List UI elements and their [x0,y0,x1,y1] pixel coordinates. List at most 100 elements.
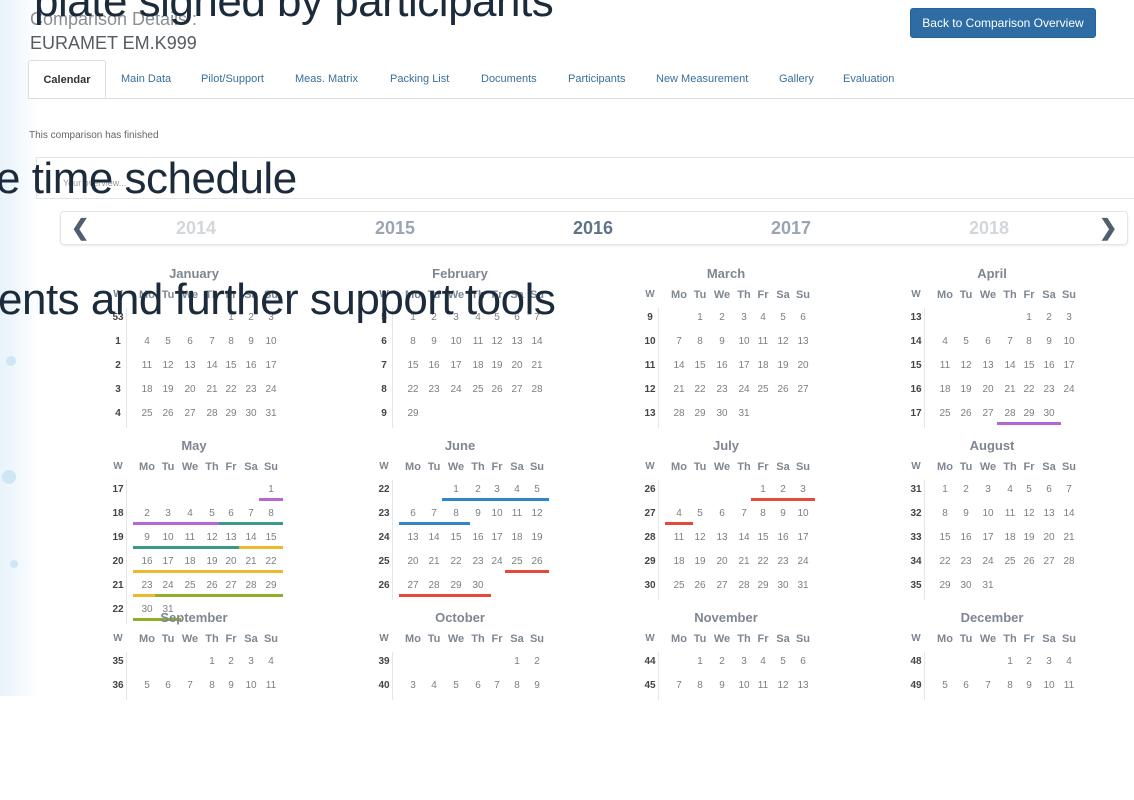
day-cell[interactable]: 31 [794,580,812,591]
day-cell[interactable]: 1 [934,484,956,495]
day-cell[interactable]: 11 [754,680,772,691]
day-cell[interactable]: 22 [222,384,240,395]
day-cell[interactable]: 21 [734,556,754,567]
day-cell[interactable]: 29 [222,408,240,419]
day-cell[interactable]: 6 [794,312,812,323]
day-cell[interactable]: 16 [242,360,260,371]
day-cell[interactable]: 17 [734,360,754,371]
day-cell[interactable]: 14 [424,532,444,543]
day-cell[interactable]: 7 [977,680,999,691]
day-cell[interactable]: 26 [956,408,976,419]
day-cell[interactable]: 24 [1060,384,1078,395]
day-cell[interactable]: 9 [1040,336,1058,347]
day-cell[interactable]: 27 [711,580,733,591]
day-cell[interactable]: 30 [468,580,488,591]
day-cell[interactable]: 23 [1040,384,1058,395]
day-cell[interactable]: 26 [1020,556,1038,567]
day-cell[interactable]: 17 [1060,360,1078,371]
day-cell[interactable]: 13 [794,336,812,347]
day-cell[interactable]: 12 [1020,508,1038,519]
day-cell[interactable]: 16 [468,532,488,543]
day-cell[interactable]: 9 [468,508,488,519]
day-cell[interactable]: 2 [774,484,792,495]
tab-new-measurement[interactable]: New Measurement [656,60,748,98]
day-cell[interactable]: 19 [956,384,976,395]
day-cell[interactable]: 1 [690,312,710,323]
day-cell[interactable]: 20 [222,556,240,567]
day-cell[interactable]: 14 [528,336,546,347]
day-cell[interactable]: 14 [734,532,754,543]
day-cell[interactable]: 4 [262,656,280,667]
day-cell[interactable]: 21 [202,384,222,395]
day-cell[interactable]: 12 [202,532,222,543]
day-cell[interactable]: 7 [1060,484,1078,495]
day-cell[interactable]: 9 [956,508,976,519]
day-cell[interactable]: 19 [1020,532,1038,543]
tab-gallery[interactable]: Gallery [779,60,814,98]
day-cell[interactable]: 18 [508,532,526,543]
day-cell[interactable]: 12 [774,336,792,347]
day-cell[interactable]: 3 [1040,656,1058,667]
back-to-overview-button[interactable]: Back to Comparison Overview [910,8,1096,38]
day-cell[interactable]: 12 [690,532,710,543]
day-cell[interactable]: 23 [774,556,792,567]
day-cell[interactable]: 24 [794,556,812,567]
day-cell[interactable]: 2 [222,656,240,667]
day-cell[interactable]: 7 [668,336,690,347]
day-cell[interactable]: 18 [468,360,488,371]
day-cell[interactable]: 14 [242,532,260,543]
day-cell[interactable]: 29 [445,580,467,591]
day-cell[interactable]: 25 [934,408,956,419]
day-cell[interactable]: 25 [468,384,488,395]
day-cell[interactable]: 24 [445,384,467,395]
day-cell[interactable]: 26 [528,556,546,567]
day-cell[interactable]: 15 [1020,360,1038,371]
day-cell[interactable]: 11 [508,508,526,519]
day-cell[interactable]: 19 [774,360,792,371]
day-cell[interactable]: 28 [202,408,222,419]
day-cell[interactable]: 13 [402,532,424,543]
day-cell[interactable]: 29 [934,580,956,591]
day-cell[interactable]: 23 [242,384,260,395]
day-cell[interactable]: 1 [1020,312,1038,323]
day-cell[interactable]: 27 [977,408,999,419]
day-cell[interactable]: 7 [734,508,754,519]
year-2016[interactable]: 2016 [573,218,613,239]
day-cell[interactable]: 21 [242,556,260,567]
day-cell[interactable]: 11 [1000,508,1020,519]
day-cell[interactable]: 24 [158,580,178,591]
day-cell[interactable]: 10 [734,680,754,691]
day-cell[interactable]: 11 [136,360,158,371]
day-cell[interactable]: 12 [528,508,546,519]
day-cell[interactable]: 23 [424,384,444,395]
day-cell[interactable]: 25 [668,580,690,591]
day-cell[interactable]: 13 [1040,508,1058,519]
day-cell[interactable]: 3 [734,312,754,323]
day-cell[interactable]: 3 [794,484,812,495]
day-cell[interactable]: 22 [690,384,710,395]
day-cell[interactable]: 2 [956,484,976,495]
day-cell[interactable]: 24 [734,384,754,395]
day-cell[interactable]: 6 [179,336,201,347]
day-cell[interactable]: 4 [1000,484,1020,495]
day-cell[interactable]: 7 [202,336,222,347]
day-cell[interactable]: 19 [528,532,546,543]
day-cell[interactable]: 21 [424,556,444,567]
tab-meas-matrix[interactable]: Meas. Matrix [295,60,358,98]
day-cell[interactable]: 4 [424,680,444,691]
day-cell[interactable]: 15 [934,532,956,543]
day-cell[interactable]: 8 [754,508,772,519]
day-cell[interactable]: 18 [668,556,690,567]
day-cell[interactable]: 4 [754,656,772,667]
day-cell[interactable]: 9 [424,336,444,347]
day-cell[interactable]: 7 [488,680,506,691]
day-cell[interactable]: 10 [977,508,999,519]
tab-main-data[interactable]: Main Data [121,60,171,98]
day-cell[interactable]: 6 [794,656,812,667]
day-cell[interactable]: 5 [690,508,710,519]
day-cell[interactable]: 29 [262,580,280,591]
day-cell[interactable]: 21 [1060,532,1078,543]
day-cell[interactable]: 15 [262,532,280,543]
day-cell[interactable]: 12 [158,360,178,371]
day-cell[interactable]: 26 [158,408,178,419]
